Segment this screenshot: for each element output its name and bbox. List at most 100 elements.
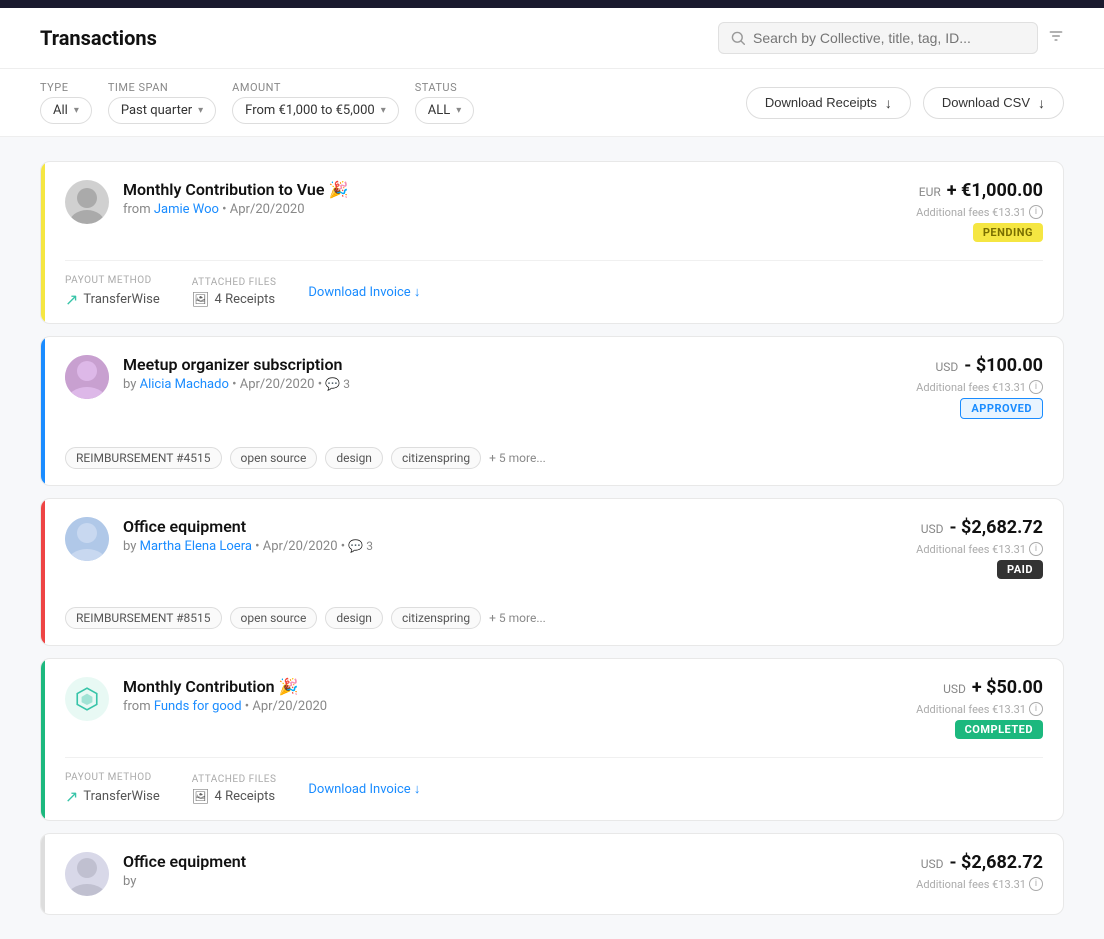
tx-amount-area: EUR + €1,000.00 Additional fees €13.31 i…: [916, 180, 1043, 242]
download-invoice-link[interactable]: Download Invoice ↓: [308, 284, 420, 300]
tx-inner: Office equipment by Martha Elena Loera •…: [41, 499, 1063, 645]
attached-files-group: ATTACHED FILES 🖼 4 Receipts: [192, 277, 277, 308]
avatar: [65, 677, 109, 721]
tx-content: Meetup organizer subscription by Alicia …: [45, 337, 1063, 485]
tx-title: Monthly Contribution 🎉: [123, 677, 902, 696]
transaction-card: Monthly Contribution to Vue 🎉 from Jamie…: [40, 161, 1064, 324]
filter-status-label: STATUS: [415, 81, 471, 94]
tx-fees: Additional fees €13.31 i: [916, 380, 1043, 394]
tx-main-row: Monthly Contribution to Vue 🎉 from Jamie…: [45, 162, 1063, 260]
transferwise-icon: ↗: [65, 787, 78, 806]
download-receipts-button[interactable]: Download Receipts ↓: [746, 87, 911, 119]
attached-files-value: 🖼 4 Receipts: [192, 292, 277, 308]
tx-main-row: Meetup organizer subscription by Alicia …: [45, 337, 1063, 437]
filter-timespan-label: TIME SPAN: [108, 81, 212, 94]
tx-inner: Meetup organizer subscription by Alicia …: [41, 337, 1063, 485]
payout-method-label: PAYOUT METHOD: [65, 275, 160, 286]
filter-icon[interactable]: [1048, 28, 1064, 48]
download-invoice-link[interactable]: Download Invoice ↓: [308, 781, 420, 797]
filter-type-select[interactable]: All ▾: [40, 97, 92, 124]
tx-info: Meetup organizer subscription by Alicia …: [123, 355, 902, 392]
transaction-card: Office equipment by USD - $2,682.72 Addi…: [40, 833, 1064, 915]
transferwise-icon: ↗: [65, 290, 78, 309]
tx-from-link[interactable]: Martha Elena Loera: [140, 539, 252, 554]
download-receipts-icon: ↓: [885, 95, 892, 111]
filter-amount-group: AMOUNT From €1,000 to €5,000 ▾: [232, 81, 399, 124]
status-badge: PAID: [997, 560, 1043, 579]
info-icon: i: [1029, 877, 1043, 891]
tx-from-link[interactable]: Jamie Woo: [154, 202, 219, 217]
tx-currency: USD: [943, 682, 966, 696]
status-badge: PENDING: [973, 223, 1043, 242]
tx-main-row: Monthly Contribution 🎉 from Funds for go…: [45, 659, 1063, 757]
tx-amount-area: USD - $2,682.72 Additional fees €13.31 i…: [916, 517, 1043, 579]
tags-row: REIMBURSEMENT #4515 open source design c…: [45, 437, 1063, 485]
tx-amount: - $2,682.72: [949, 517, 1043, 538]
main-content: Monthly Contribution to Vue 🎉 from Jamie…: [0, 137, 1104, 939]
filter-type-value: All: [53, 103, 68, 118]
receipts-icon: 🖼: [192, 789, 210, 805]
filter-type-group: TYPE All ▾: [40, 81, 92, 124]
tx-content: Monthly Contribution to Vue 🎉 from Jamie…: [45, 162, 1063, 323]
tx-currency-amount: USD - $2,682.72: [921, 852, 1043, 873]
tx-fees: Additional fees €13.31 i: [916, 702, 1043, 716]
payout-method-group: PAYOUT METHOD ↗ TransferWise: [65, 275, 160, 309]
tag: citizenspring: [391, 447, 481, 469]
tx-inner: Monthly Contribution to Vue 🎉 from Jamie…: [41, 162, 1063, 323]
info-icon: i: [1029, 542, 1043, 556]
chevron-down-icon: ▾: [74, 105, 79, 116]
tx-meta-row: PAYOUT METHOD ↗ TransferWise ATTACHED FI…: [45, 261, 1063, 323]
chevron-down-icon: ▾: [198, 105, 203, 116]
tag: open source: [230, 447, 318, 469]
filter-timespan-group: TIME SPAN Past quarter ▾: [108, 81, 216, 124]
tx-amount-area: USD - $2,682.72 Additional fees €13.31 i: [916, 852, 1043, 891]
search-icon: [731, 31, 745, 45]
more-tags: + 5 more...: [489, 611, 546, 625]
attached-files-label: ATTACHED FILES: [192, 774, 277, 785]
payout-method-label: PAYOUT METHOD: [65, 772, 160, 783]
tx-fees: Additional fees €13.31 i: [916, 205, 1043, 219]
tx-sub: by Martha Elena Loera • Apr/20/2020 • 💬 …: [123, 539, 902, 554]
tx-sub: by: [123, 874, 902, 889]
attached-files-value: 🖼 4 Receipts: [192, 789, 277, 805]
tx-sub: from Funds for good • Apr/20/2020: [123, 699, 902, 714]
header: Transactions: [0, 8, 1104, 69]
filter-status-select[interactable]: ALL ▾: [415, 97, 475, 124]
more-tags: + 5 more...: [489, 451, 546, 465]
tx-title: Meetup organizer subscription: [123, 355, 902, 374]
tx-meta-row: PAYOUT METHOD ↗ TransferWise ATTACHED FI…: [45, 758, 1063, 820]
tx-info: Monthly Contribution to Vue 🎉 from Jamie…: [123, 180, 902, 217]
status-badge: COMPLETED: [955, 720, 1043, 739]
tag: design: [325, 607, 383, 629]
payout-method-value: ↗ TransferWise: [65, 787, 160, 806]
tx-currency: USD: [935, 360, 958, 374]
tag: open source: [230, 607, 318, 629]
info-icon: i: [1029, 205, 1043, 219]
transaction-card: Office equipment by Martha Elena Loera •…: [40, 498, 1064, 646]
tx-fees: Additional fees €13.31 i: [916, 877, 1043, 891]
tx-amount: - $100.00: [964, 355, 1043, 376]
tx-sub: by Alicia Machado • Apr/20/2020 • 💬 3: [123, 377, 902, 392]
download-csv-button[interactable]: Download CSV ↓: [923, 87, 1064, 119]
tx-currency-amount: USD - $100.00: [935, 355, 1043, 376]
chevron-down-icon: ▾: [381, 105, 386, 116]
search-input[interactable]: [753, 30, 1025, 46]
tx-inner: Office equipment by USD - $2,682.72 Addi…: [41, 834, 1063, 914]
filter-timespan-select[interactable]: Past quarter ▾: [108, 97, 216, 124]
payout-method-value: ↗ TransferWise: [65, 290, 160, 309]
download-csv-icon: ↓: [1038, 95, 1045, 111]
tx-info: Monthly Contribution 🎉 from Funds for go…: [123, 677, 902, 714]
filter-amount-label: AMOUNT: [232, 81, 395, 94]
filter-amount-select[interactable]: From €1,000 to €5,000 ▾: [232, 97, 399, 124]
tx-info: Office equipment by Martha Elena Loera •…: [123, 517, 902, 554]
tag: design: [325, 447, 383, 469]
tx-from-link[interactable]: Alicia Machado: [140, 377, 229, 392]
chevron-down-icon: ▾: [456, 105, 461, 116]
tags-row: REIMBURSEMENT #8515 open source design c…: [45, 597, 1063, 645]
tx-title: Office equipment: [123, 517, 902, 536]
filter-status-group: STATUS ALL ▾: [415, 81, 475, 124]
tx-from-link[interactable]: Funds for good: [154, 699, 242, 714]
search-box[interactable]: [718, 22, 1038, 54]
filters-bar: TYPE All ▾ TIME SPAN Past quarter ▾ AMOU…: [0, 69, 1104, 137]
tx-main-row: Office equipment by Martha Elena Loera •…: [45, 499, 1063, 597]
